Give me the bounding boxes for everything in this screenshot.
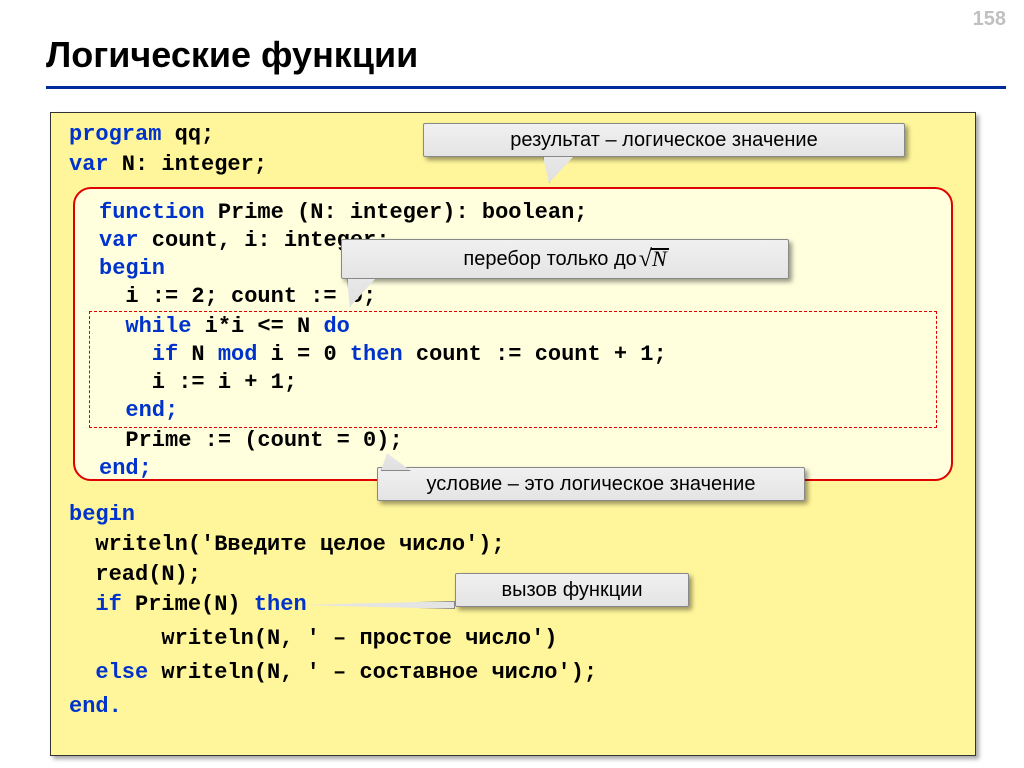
page-title: Логические функции [46, 34, 418, 76]
callout-tail [543, 157, 573, 183]
callout-result: результат – логическое значение [423, 123, 905, 157]
code-line: else writeln(N, ' – составное число'); [69, 659, 597, 687]
callout-text: вызов функции [501, 576, 642, 604]
callout-iterate: перебор только до √N [341, 239, 789, 279]
callout-call: вызов функции [455, 573, 689, 607]
code-line: if N mod i = 0 then count := count + 1; [99, 341, 667, 369]
callout-text: результат – логическое значение [510, 126, 817, 154]
code-line: writeln('Введите целое число'); [69, 531, 505, 559]
sqrt-expr: √N [637, 245, 667, 273]
code-line: begin [69, 501, 135, 529]
page-number: 158 [973, 8, 1006, 31]
code-line: function Prime (N: integer): boolean; [99, 199, 588, 227]
code-line: end. [69, 693, 122, 721]
code-line: end; [99, 397, 178, 425]
code-line: i := 2; count := 0; [99, 283, 376, 311]
code-line: read(N); [69, 561, 201, 589]
callout-text: перебор только до [463, 245, 636, 273]
code-line: Prime := (count = 0); [99, 427, 403, 455]
code-line: program qq; [69, 121, 214, 149]
code-line: i := i + 1; [99, 369, 297, 397]
code-line: end; [99, 455, 152, 483]
callout-condition: условие – это логическое значение [377, 467, 805, 501]
code-block: program qq; var N: integer; function Pri… [50, 112, 976, 756]
code-line: while i*i <= N do [99, 313, 350, 341]
code-line: writeln(N, ' – простое число') [69, 625, 557, 653]
code-line: begin [99, 255, 165, 283]
code-line: if Prime(N) then [69, 591, 307, 619]
title-underline [46, 86, 1006, 89]
callout-text: условие – это логическое значение [427, 470, 756, 498]
code-line: var N: integer; [69, 151, 267, 179]
callout-tail [303, 601, 455, 609]
